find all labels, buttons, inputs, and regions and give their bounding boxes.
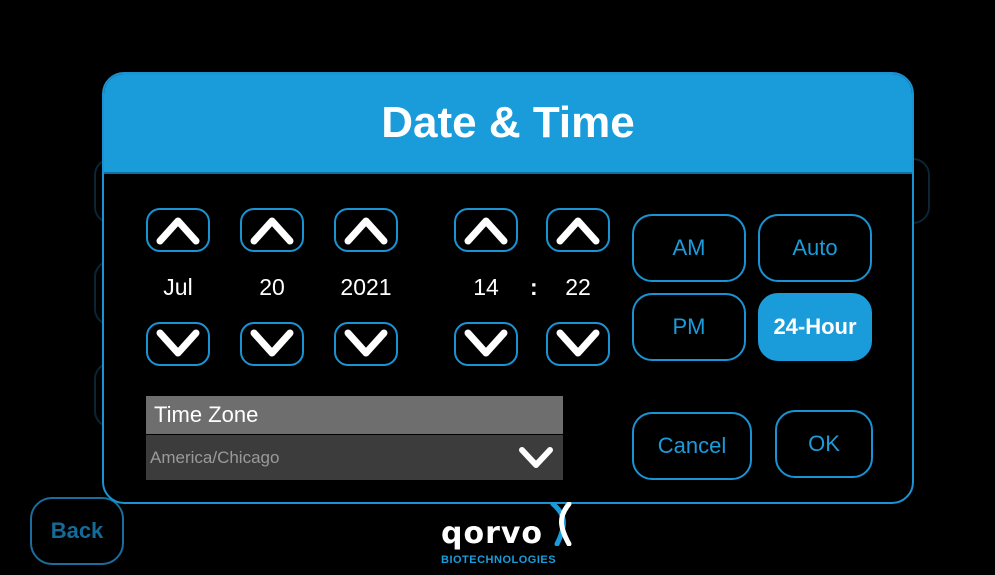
time-zone-value: America/Chicago (150, 447, 280, 467)
helix-logo-icon (550, 502, 572, 546)
day-down-button[interactable] (240, 322, 304, 366)
am-button[interactable]: AM (632, 214, 746, 282)
month-down-button[interactable] (146, 322, 210, 366)
year-value: 2021 (340, 274, 392, 300)
minute-value: 22 (565, 274, 591, 300)
dialog-title: Date & Time (381, 98, 635, 147)
auto-button[interactable]: Auto (758, 214, 872, 282)
chevron-down-icon (250, 329, 294, 357)
day-value: 20 (259, 274, 285, 300)
ok-button[interactable]: OK (775, 410, 873, 478)
hour-value: 14 (473, 274, 499, 300)
qorvo-logo: qorvo BIOTECHNOLOGIES (437, 502, 577, 572)
header-divider (104, 172, 912, 174)
hour-up-button[interactable] (454, 208, 518, 252)
cancel-button[interactable]: Cancel (632, 412, 752, 480)
minute-up-button[interactable] (546, 208, 610, 252)
pm-button[interactable]: PM (632, 293, 746, 361)
day-up-button[interactable] (240, 208, 304, 252)
month-value: Jul (163, 274, 193, 300)
time-zone-select[interactable]: America/Chicago (146, 435, 563, 480)
dialog-header: Date & Time (104, 74, 912, 172)
chevron-down-icon (556, 329, 600, 357)
chevron-down-icon (464, 329, 508, 357)
chevron-up-icon (250, 217, 294, 245)
chevron-up-icon (156, 217, 200, 245)
chevron-up-icon (556, 217, 600, 245)
chevron-down-icon (344, 329, 388, 357)
chevron-up-icon (344, 217, 388, 245)
date-time-dialog: Date & Time Jul 20 2021 14 : 22 AM Auto … (102, 72, 914, 504)
24-hour-button[interactable]: 24-Hour (758, 293, 872, 361)
back-button[interactable]: Back (30, 497, 124, 565)
logo-wordmark: qorvo (441, 516, 544, 551)
time-zone-label-text: Time Zone (154, 402, 259, 427)
chevron-down-icon (156, 329, 200, 357)
hour-down-button[interactable] (454, 322, 518, 366)
month-up-button[interactable] (146, 208, 210, 252)
logo-subtitle: BIOTECHNOLOGIES (441, 554, 557, 566)
chevron-down-icon (519, 447, 553, 468)
year-up-button[interactable] (334, 208, 398, 252)
year-down-button[interactable] (334, 322, 398, 366)
time-zone-label: Time Zone (146, 396, 563, 434)
chevron-up-icon (464, 217, 508, 245)
minute-down-button[interactable] (546, 322, 610, 366)
